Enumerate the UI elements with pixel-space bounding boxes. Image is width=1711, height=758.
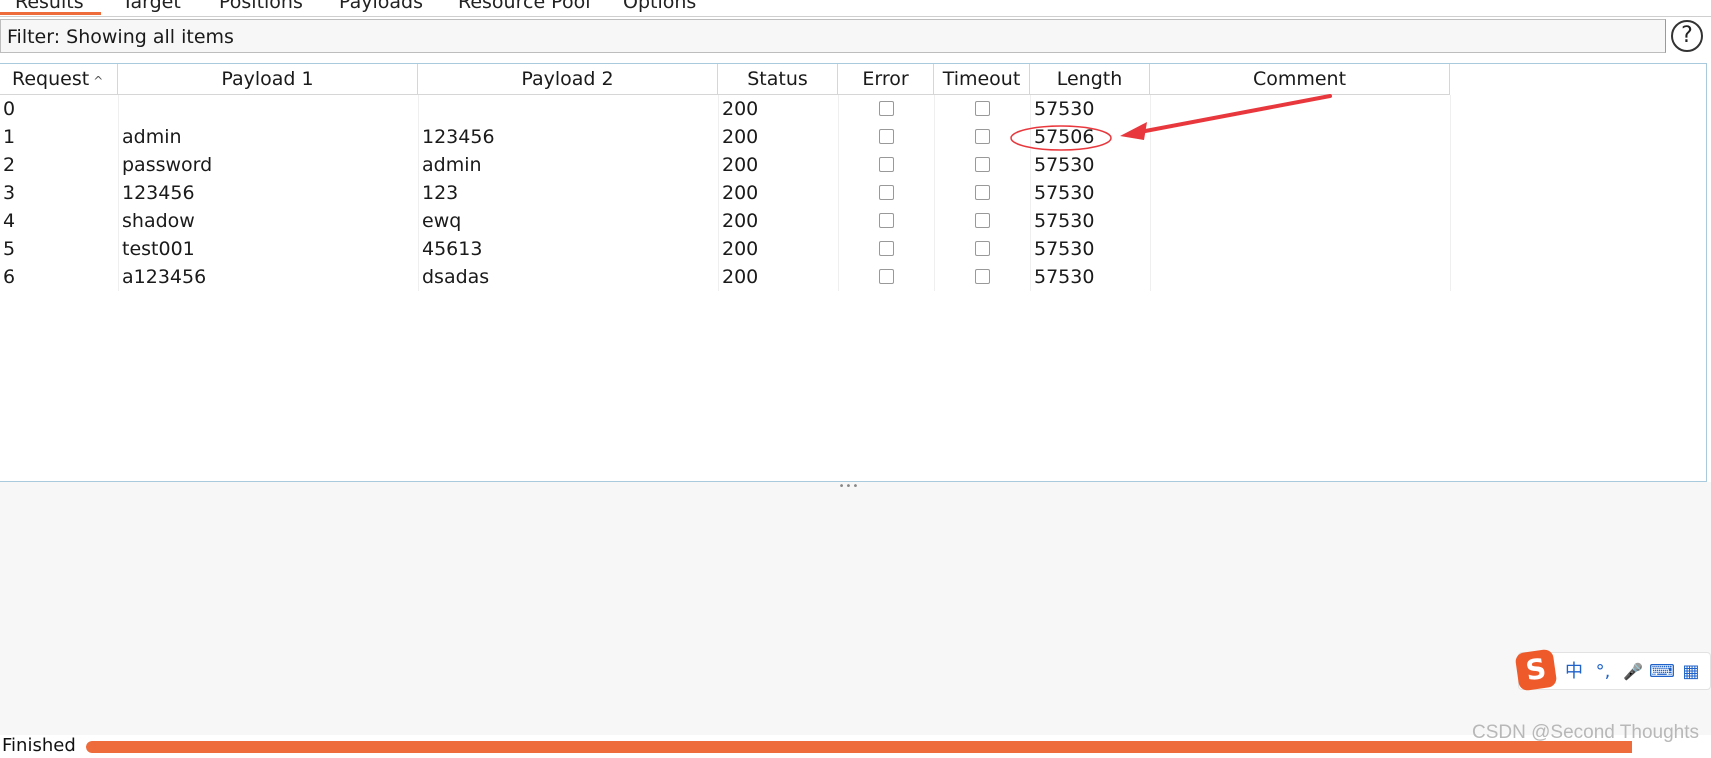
table-row[interactable]: 2 password admin 200 57530 — [0, 151, 1450, 179]
timeout-checkbox[interactable] — [975, 269, 990, 284]
cell-request: 1 — [3, 126, 16, 148]
tab-resource-pool[interactable]: Resource Pool — [458, 0, 590, 15]
error-checkbox[interactable] — [879, 185, 894, 200]
cell-length: 57530 — [1034, 182, 1095, 204]
cell-payload2: admin — [422, 154, 482, 176]
cell-request: 4 — [3, 210, 16, 232]
punctuation-icon[interactable]: °, — [1591, 659, 1615, 685]
toolbox-icon[interactable]: ▦ — [1679, 659, 1703, 685]
column-header-request[interactable]: Request ^ — [0, 64, 118, 95]
cell-payload2: dsadas — [422, 266, 490, 288]
column-header-label: Request — [12, 68, 90, 90]
column-header-status[interactable]: Status — [718, 64, 838, 95]
sort-ascending-icon: ^ — [93, 74, 104, 88]
lower-panel — [0, 482, 1711, 735]
cell-status: 200 — [722, 238, 759, 260]
cell-length: 57530 — [1034, 210, 1095, 232]
cell-status: 200 — [722, 210, 759, 232]
tab-strip: Results Target Positions Payloads Resour… — [0, 0, 1711, 17]
error-checkbox[interactable] — [879, 129, 894, 144]
error-checkbox[interactable] — [879, 101, 894, 116]
splitter-handle[interactable]: ••• — [838, 482, 860, 492]
cell-status: 200 — [722, 126, 759, 148]
cell-status: 200 — [722, 154, 759, 176]
status-text: Finished — [2, 735, 76, 756]
cell-length: 57530 — [1034, 266, 1095, 288]
cell-request: 0 — [3, 98, 16, 120]
cell-status: 200 — [722, 98, 759, 120]
cell-length: 57530 — [1034, 154, 1095, 176]
column-header-payload1[interactable]: Payload 1 — [118, 64, 418, 95]
error-checkbox[interactable] — [879, 241, 894, 256]
cell-payload2: 123456 — [422, 126, 495, 148]
column-divider — [1450, 95, 1451, 291]
cell-length: 57506 — [1034, 126, 1095, 148]
column-header-comment[interactable]: Comment — [1150, 64, 1450, 95]
column-header-length[interactable]: Length — [1030, 64, 1150, 95]
cell-payload1: test001 — [122, 238, 195, 260]
error-checkbox[interactable] — [879, 213, 894, 228]
timeout-checkbox[interactable] — [975, 157, 990, 172]
timeout-checkbox[interactable] — [975, 241, 990, 256]
cell-payload2: 123 — [422, 182, 459, 204]
tab-options[interactable]: Options — [623, 0, 696, 15]
tab-positions[interactable]: Positions — [219, 0, 303, 15]
cell-request: 6 — [3, 266, 16, 288]
table-header: Request ^ Payload 1 Payload 2 Status Erro… — [0, 64, 1706, 95]
error-checkbox[interactable] — [879, 157, 894, 172]
cell-payload1: a123456 — [122, 266, 207, 288]
error-checkbox[interactable] — [879, 269, 894, 284]
column-header-timeout[interactable]: Timeout — [934, 64, 1030, 95]
cell-request: 2 — [3, 154, 16, 176]
keyboard-icon[interactable]: ⌨ — [1649, 659, 1675, 685]
cell-length: 57530 — [1034, 238, 1095, 260]
timeout-checkbox[interactable] — [975, 101, 990, 116]
chinese-mode-icon[interactable]: 中 — [1563, 659, 1585, 685]
results-table: Request ^ Payload 1 Payload 2 Status Erro… — [0, 63, 1707, 482]
cell-payload1: password — [122, 154, 213, 176]
column-header-payload2[interactable]: Payload 2 — [418, 64, 718, 95]
table-row[interactable]: 3 123456 123 200 57530 — [0, 179, 1450, 207]
active-tab-indicator — [0, 12, 101, 15]
cell-payload1: admin — [122, 126, 182, 148]
table-row[interactable]: 4 shadow ewq 200 57530 — [0, 207, 1450, 235]
table-row[interactable]: 1 admin 123456 200 57506 — [0, 123, 1450, 151]
filter-bar[interactable]: Filter: Showing all items — [0, 19, 1666, 53]
timeout-checkbox[interactable] — [975, 129, 990, 144]
cell-request: 3 — [3, 182, 16, 204]
progress-bar — [86, 741, 1632, 753]
cell-status: 200 — [722, 266, 759, 288]
cell-payload1: shadow — [122, 210, 195, 232]
microphone-icon[interactable]: 🎤 — [1621, 659, 1645, 685]
timeout-checkbox[interactable] — [975, 185, 990, 200]
cell-request: 5 — [3, 238, 16, 260]
tab-target[interactable]: Target — [122, 0, 181, 15]
table-row[interactable]: 6 a123456 dsadas 200 57530 — [0, 263, 1450, 291]
watermark: CSDN @Second Thoughts — [1472, 722, 1699, 743]
cell-payload2: ewq — [422, 210, 462, 232]
help-icon[interactable]: ? — [1671, 20, 1703, 52]
cell-status: 200 — [722, 182, 759, 204]
table-row[interactable]: 0 200 57530 — [0, 95, 1450, 123]
sogou-logo-icon[interactable]: S — [1514, 648, 1558, 692]
progress-fill — [86, 741, 1632, 753]
column-header-error[interactable]: Error — [838, 64, 934, 95]
cell-payload1: 123456 — [122, 182, 195, 204]
cell-payload2: 45613 — [422, 238, 483, 260]
table-row[interactable]: 5 test001 45613 200 57530 — [0, 235, 1450, 263]
cell-length: 57530 — [1034, 98, 1095, 120]
tab-payloads[interactable]: Payloads — [339, 0, 423, 15]
timeout-checkbox[interactable] — [975, 213, 990, 228]
ime-toolbar: S 中 °, 🎤 ⌨ ▦ — [1514, 648, 1711, 692]
